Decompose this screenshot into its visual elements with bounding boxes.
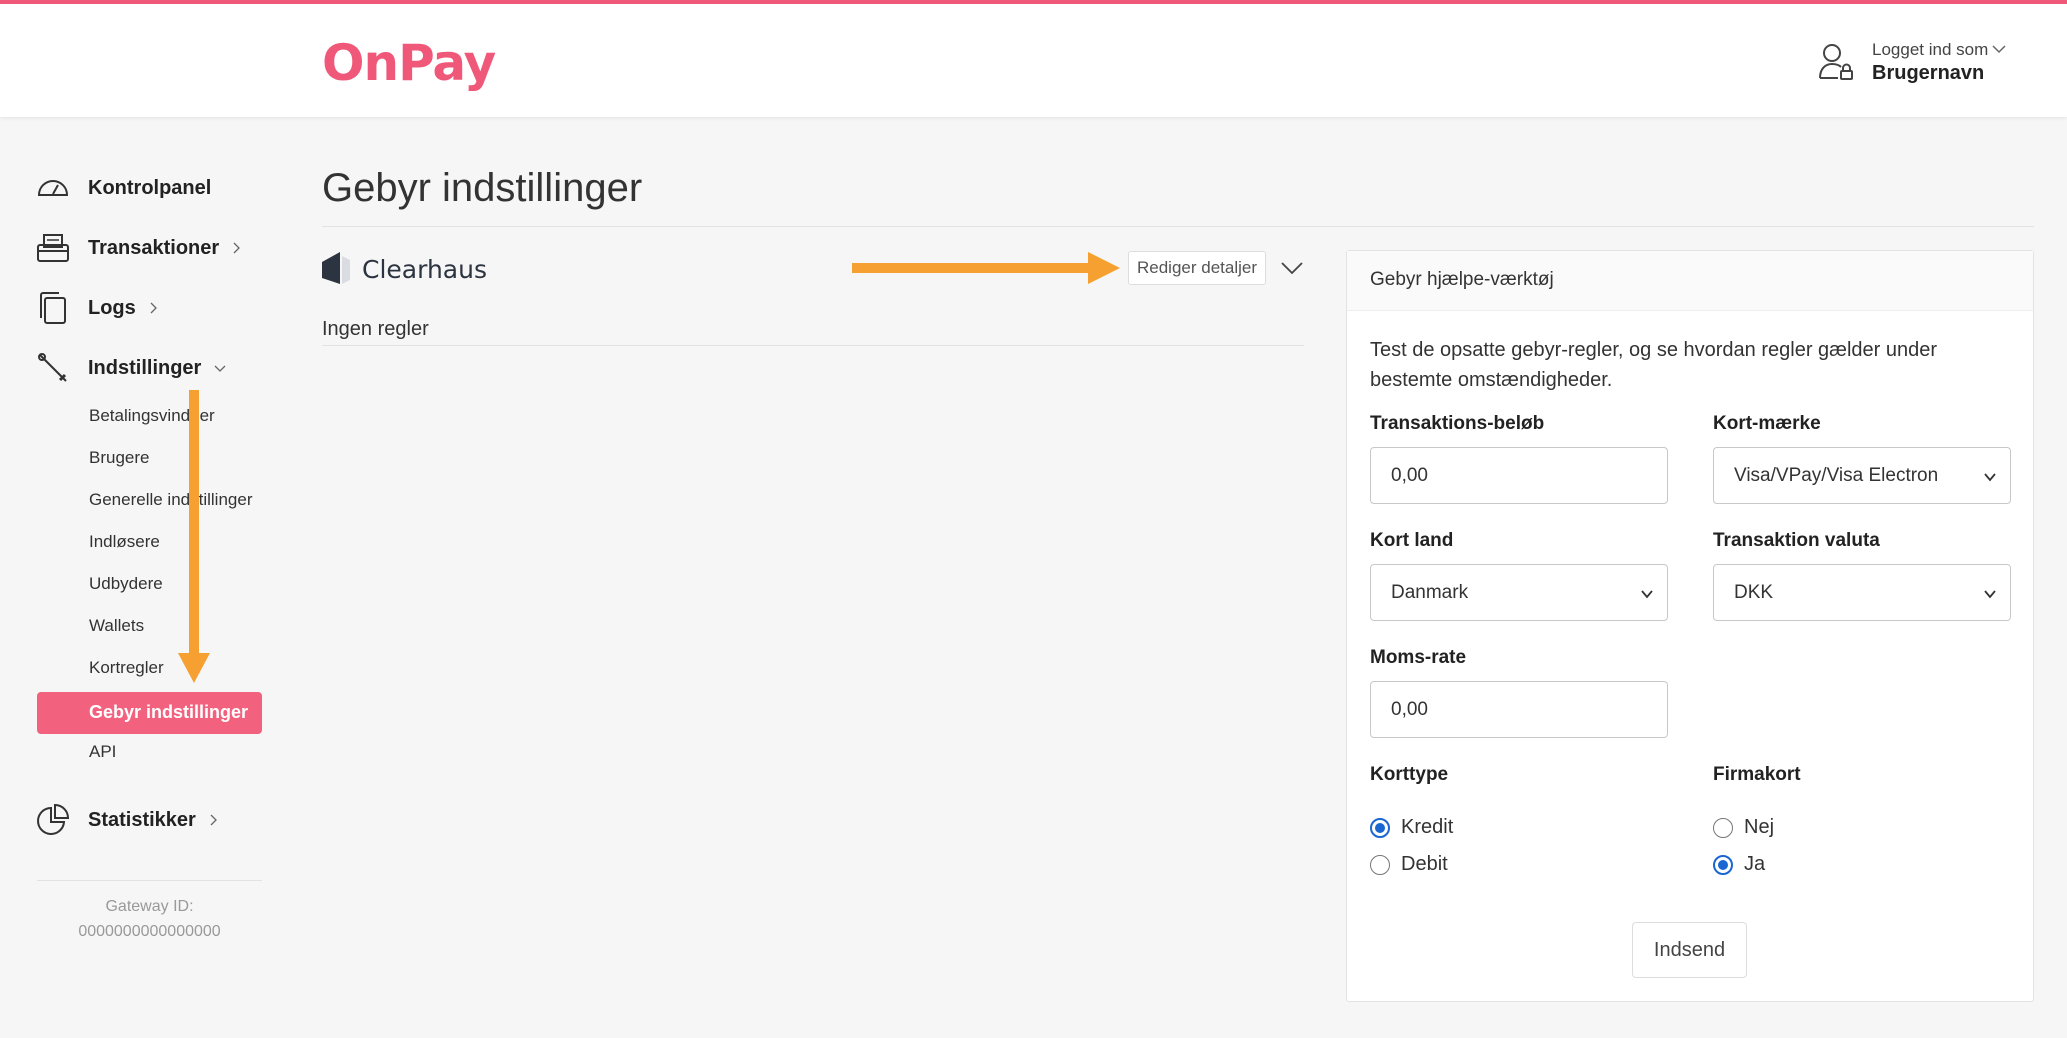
sidebar-item-label: Statistikker <box>88 808 196 831</box>
gateway-id-label: Gateway ID: <box>105 898 194 915</box>
radio-nej[interactable]: Nej <box>1713 816 1774 839</box>
sidebar-item-transaktioner[interactable]: Transaktioner <box>36 228 241 268</box>
sidebar-subitem-wallets[interactable]: Wallets <box>89 616 259 636</box>
sidebar-subitem-udbydere[interactable]: Udbydere <box>89 574 259 594</box>
radio-button[interactable] <box>1713 854 1733 875</box>
gateway-id-value: 0000000000000000 <box>78 923 221 940</box>
sidebar-subitem-indlosere[interactable]: Indløsere <box>89 532 259 552</box>
chevron-right-icon <box>150 302 157 314</box>
sidebar-item-statistikker[interactable]: Statistikker <box>36 800 218 840</box>
sidebar-subitem-betalingsvinduer[interactable]: Betalingsvinduer <box>89 406 259 426</box>
user-name[interactable]: Brugernavn <box>1872 62 1984 85</box>
chevron-right-icon <box>210 814 217 826</box>
chevron-down-icon <box>1984 590 1996 599</box>
dashboard-gauge-icon <box>37 180 69 196</box>
card-reader-icon <box>37 234 69 262</box>
sidebar-item-label: Transaktioner <box>88 236 220 259</box>
sidebar-item-label: Indstillinger <box>88 356 202 379</box>
radio-button[interactable] <box>1370 817 1390 838</box>
radio-label: Nej <box>1744 816 1775 838</box>
card-brand-select[interactable]: Visa/VPay/Visa Electron <box>1713 447 2011 504</box>
vat-rate-input[interactable] <box>1370 681 1668 738</box>
card-brand-label: Kort-mærke <box>1713 413 1821 434</box>
documents-icon <box>40 292 66 324</box>
edit-details-button[interactable]: Rediger detaljer <box>1128 251 1266 285</box>
chevron-down-icon <box>214 365 226 372</box>
card-description: Test de opsatte gebyr-regler, og se hvor… <box>1370 339 1938 391</box>
amount-input[interactable] <box>1370 447 1668 504</box>
page-title: Gebyr indstillinger <box>322 166 643 210</box>
chevron-down-icon <box>1641 590 1653 599</box>
sidebar-item-label: Logs <box>88 296 136 319</box>
submit-button[interactable]: Indsend <box>1632 922 1747 978</box>
radio-kredit[interactable]: Kredit <box>1370 816 1453 839</box>
tools-icon <box>38 353 67 382</box>
top-bar: OnPay Logget ind som Brugernavn <box>0 0 2067 117</box>
sidebar-item-kontrolpanel[interactable]: Kontrolpanel <box>36 168 211 208</box>
currency-label: Transaktion valuta <box>1713 530 1880 551</box>
select-value: DKK <box>1734 582 1774 603</box>
rules-divider <box>322 345 1304 346</box>
provider-name: Clearhaus <box>362 255 487 284</box>
corporate-card-label: Firmakort <box>1713 764 1801 785</box>
card-country-select[interactable]: Danmark <box>1370 564 1668 621</box>
sidebar-divider <box>37 880 262 881</box>
radio-ja[interactable]: Ja <box>1713 853 1765 876</box>
radio-debit[interactable]: Debit <box>1370 853 1448 876</box>
pie-chart-icon <box>37 803 70 835</box>
clearhaus-logo-icon <box>322 252 350 284</box>
radio-label: Kredit <box>1401 816 1454 838</box>
no-rules-text: Ingen regler <box>322 318 429 340</box>
chevron-down-icon[interactable] <box>1992 42 2006 56</box>
radio-label: Ja <box>1744 853 1766 875</box>
sidebar-subitem-brugere[interactable]: Brugere <box>89 448 259 468</box>
sidebar-subitem-label: Gebyr indstillinger <box>89 702 249 722</box>
select-value: Visa/VPay/Visa Electron <box>1734 465 1939 486</box>
chevron-down-icon <box>1984 473 1996 482</box>
sidebar-item-logs[interactable]: Logs <box>36 288 158 328</box>
horizontal-annotation-arrow-icon <box>852 252 1120 284</box>
sidebar-subitem-api[interactable]: API <box>89 742 259 762</box>
fee-helper-card: Gebyr hjælpe-værktøj Test de opsatte geb… <box>1346 250 2034 1002</box>
card-title: Gebyr hjælpe-værktøj <box>1370 269 1554 290</box>
vertical-annotation-arrow-icon <box>178 390 210 683</box>
card-type-label: Korttype <box>1370 764 1449 785</box>
radio-label: Debit <box>1401 853 1448 875</box>
sidebar-item-indstillinger[interactable]: Indstillinger <box>36 348 227 388</box>
sidebar-subitem-gebyr-indstillinger[interactable]: Gebyr indstillinger <box>37 692 262 734</box>
radio-button[interactable] <box>1713 817 1733 838</box>
currency-select[interactable]: DKK <box>1713 564 2011 621</box>
card-header: Gebyr hjælpe-værktøj <box>1347 251 2033 311</box>
sidebar-subitem-kortregler[interactable]: Kortregler <box>89 658 259 678</box>
amount-label: Transaktions-beløb <box>1370 413 1545 434</box>
vat-rate-label: Moms-rate <box>1370 647 1467 668</box>
user-lock-icon[interactable] <box>1818 42 1854 82</box>
onpay-logo[interactable]: OnPay <box>322 34 496 92</box>
chevron-right-icon <box>233 242 241 254</box>
sidebar-item-label: Kontrolpanel <box>88 176 212 199</box>
chevron-down-icon[interactable] <box>1280 260 1304 276</box>
logged-in-label: Logget ind som <box>1872 40 1989 59</box>
radio-button[interactable] <box>1370 854 1390 875</box>
sidebar-subitem-generelle-indstillinger[interactable]: Generelle indstillinger <box>89 490 259 510</box>
select-value: Danmark <box>1391 582 1469 603</box>
card-country-label: Kort land <box>1370 530 1454 551</box>
title-divider <box>322 226 2034 227</box>
